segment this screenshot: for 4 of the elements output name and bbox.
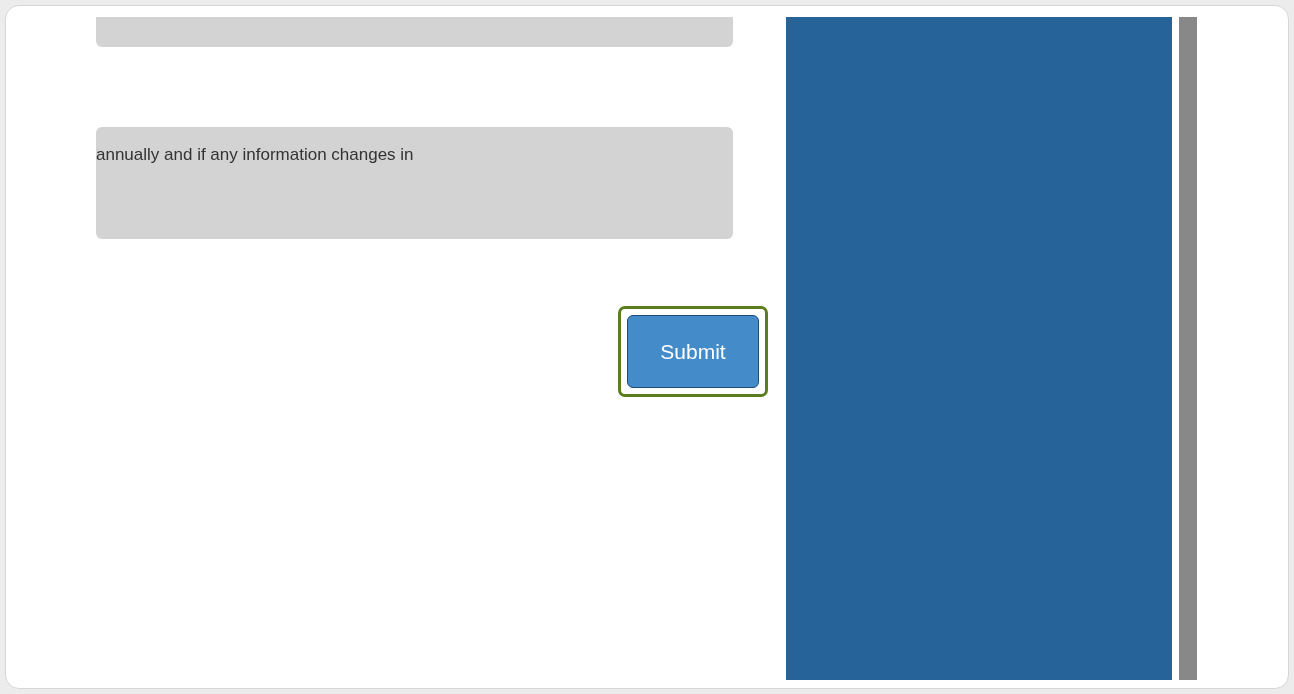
submit-button[interactable]: Submit bbox=[627, 315, 759, 388]
text-area[interactable] bbox=[96, 17, 733, 47]
scrollbar[interactable] bbox=[1179, 17, 1197, 680]
text-area[interactable]: annually and if any information changes in bbox=[96, 127, 733, 239]
